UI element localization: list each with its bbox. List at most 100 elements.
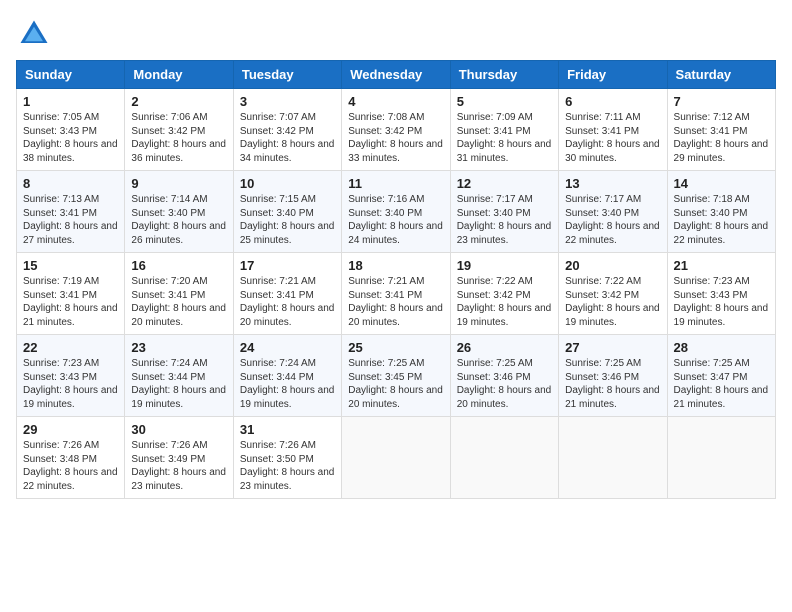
logo (16, 16, 56, 52)
cell-info: Sunrise: 7:25 AMSunset: 3:46 PMDaylight:… (457, 357, 552, 411)
calendar-cell: 29Sunrise: 7:26 AMSunset: 3:48 PMDayligh… (17, 417, 125, 499)
day-number: 20 (565, 258, 660, 273)
col-header-monday: Monday (125, 61, 233, 89)
week-row-2: 8 Sunrise: 7:13 AMSunset: 3:41 PMDaylight… (17, 171, 776, 253)
cell-info: Sunrise: 7:25 AMSunset: 3:47 PMDaylight:… (674, 357, 769, 411)
day-number: 1 (23, 94, 118, 109)
cell-info: Sunrise: 7:24 AMSunset: 3:44 PMDaylight:… (131, 357, 226, 411)
calendar-cell: 8 Sunrise: 7:13 AMSunset: 3:41 PMDaylight… (17, 171, 125, 253)
calendar-cell: 24 Sunrise: 7:24 AMSunset: 3:44 PMDayligh… (233, 335, 341, 417)
day-number: 28 (674, 340, 769, 355)
cell-info: Sunrise: 7:26 AMSunset: 3:48 PMDaylight:… (23, 439, 118, 493)
calendar-cell: 28 Sunrise: 7:25 AMSunset: 3:47 PMDayligh… (667, 335, 775, 417)
week-row-3: 15 Sunrise: 7:19 AMSunset: 3:41 PMDayligh… (17, 253, 776, 335)
calendar-cell (667, 417, 775, 499)
cell-info: Sunrise: 7:18 AMSunset: 3:40 PMDaylight:… (674, 193, 769, 247)
cell-info: Sunrise: 7:26 AMSunset: 3:50 PMDaylight:… (240, 439, 335, 493)
calendar-cell: 1 Sunrise: 7:05 AMSunset: 3:43 PMDaylight… (17, 89, 125, 171)
cell-info: Sunrise: 7:12 AMSunset: 3:41 PMDaylight:… (674, 111, 769, 165)
calendar-cell: 17Sunrise: 7:21 AMSunset: 3:41 PMDayligh… (233, 253, 341, 335)
cell-info: Sunrise: 7:15 AMSunset: 3:40 PMDaylight:… (240, 193, 335, 247)
week-row-4: 22 Sunrise: 7:23 AMSunset: 3:43 PMDayligh… (17, 335, 776, 417)
day-number: 21 (674, 258, 769, 273)
day-number: 23 (131, 340, 226, 355)
cell-info: Sunrise: 7:13 AMSunset: 3:41 PMDaylight:… (23, 193, 118, 247)
calendar-cell: 21Sunrise: 7:23 AMSunset: 3:43 PMDayligh… (667, 253, 775, 335)
calendar-cell: 30Sunrise: 7:26 AMSunset: 3:49 PMDayligh… (125, 417, 233, 499)
day-number: 11 (348, 176, 443, 191)
col-header-saturday: Saturday (667, 61, 775, 89)
cell-info: Sunrise: 7:08 AMSunset: 3:42 PMDaylight:… (348, 111, 443, 165)
calendar-cell: 25 Sunrise: 7:25 AMSunset: 3:45 PMDayligh… (342, 335, 450, 417)
calendar-cell: 5Sunrise: 7:09 AMSunset: 3:41 PMDaylight… (450, 89, 558, 171)
page-container: SundayMondayTuesdayWednesdayThursdayFrid… (16, 16, 776, 499)
cell-info: Sunrise: 7:21 AMSunset: 3:41 PMDaylight:… (348, 275, 443, 329)
logo-icon (16, 16, 52, 52)
cell-info: Sunrise: 7:17 AMSunset: 3:40 PMDaylight:… (565, 193, 660, 247)
calendar-cell: 31 Sunrise: 7:26 AMSunset: 3:50 PMDayligh… (233, 417, 341, 499)
calendar-cell: 4 Sunrise: 7:08 AMSunset: 3:42 PMDaylight… (342, 89, 450, 171)
day-number: 7 (674, 94, 769, 109)
calendar-cell: 9 Sunrise: 7:14 AMSunset: 3:40 PMDaylight… (125, 171, 233, 253)
cell-info: Sunrise: 7:24 AMSunset: 3:44 PMDaylight:… (240, 357, 335, 411)
header (16, 16, 776, 52)
calendar-cell: 13 Sunrise: 7:17 AMSunset: 3:40 PMDayligh… (559, 171, 667, 253)
cell-info: Sunrise: 7:20 AMSunset: 3:41 PMDaylight:… (131, 275, 226, 329)
calendar-cell: 19Sunrise: 7:22 AMSunset: 3:42 PMDayligh… (450, 253, 558, 335)
day-number: 14 (674, 176, 769, 191)
day-number: 4 (348, 94, 443, 109)
day-number: 12 (457, 176, 552, 191)
day-number: 27 (565, 340, 660, 355)
calendar-cell: 18Sunrise: 7:21 AMSunset: 3:41 PMDayligh… (342, 253, 450, 335)
cell-info: Sunrise: 7:11 AMSunset: 3:41 PMDaylight:… (565, 111, 660, 165)
calendar-cell: 20 Sunrise: 7:22 AMSunset: 3:42 PMDayligh… (559, 253, 667, 335)
day-number: 17 (240, 258, 335, 273)
calendar-cell (559, 417, 667, 499)
calendar-cell: 23 Sunrise: 7:24 AMSunset: 3:44 PMDayligh… (125, 335, 233, 417)
day-number: 26 (457, 340, 552, 355)
cell-info: Sunrise: 7:25 AMSunset: 3:46 PMDaylight:… (565, 357, 660, 411)
day-number: 2 (131, 94, 226, 109)
week-row-1: 1 Sunrise: 7:05 AMSunset: 3:43 PMDaylight… (17, 89, 776, 171)
day-number: 24 (240, 340, 335, 355)
col-header-wednesday: Wednesday (342, 61, 450, 89)
cell-info: Sunrise: 7:06 AMSunset: 3:42 PMDaylight:… (131, 111, 226, 165)
calendar-cell: 27 Sunrise: 7:25 AMSunset: 3:46 PMDayligh… (559, 335, 667, 417)
cell-info: Sunrise: 7:05 AMSunset: 3:43 PMDaylight:… (23, 111, 118, 165)
col-header-friday: Friday (559, 61, 667, 89)
day-number: 19 (457, 258, 552, 273)
day-number: 5 (457, 94, 552, 109)
cell-info: Sunrise: 7:16 AMSunset: 3:40 PMDaylight:… (348, 193, 443, 247)
day-number: 16 (131, 258, 226, 273)
day-number: 10 (240, 176, 335, 191)
cell-info: Sunrise: 7:25 AMSunset: 3:45 PMDaylight:… (348, 357, 443, 411)
day-number: 3 (240, 94, 335, 109)
cell-info: Sunrise: 7:19 AMSunset: 3:41 PMDaylight:… (23, 275, 118, 329)
calendar-cell: 2 Sunrise: 7:06 AMSunset: 3:42 PMDaylight… (125, 89, 233, 171)
cell-info: Sunrise: 7:17 AMSunset: 3:40 PMDaylight:… (457, 193, 552, 247)
day-number: 9 (131, 176, 226, 191)
day-number: 30 (131, 422, 226, 437)
calendar-cell: 14 Sunrise: 7:18 AMSunset: 3:40 PMDayligh… (667, 171, 775, 253)
cell-info: Sunrise: 7:22 AMSunset: 3:42 PMDaylight:… (565, 275, 660, 329)
calendar-cell: 11 Sunrise: 7:16 AMSunset: 3:40 PMDayligh… (342, 171, 450, 253)
day-number: 15 (23, 258, 118, 273)
calendar-cell: 7 Sunrise: 7:12 AMSunset: 3:41 PMDaylight… (667, 89, 775, 171)
calendar-cell: 10 Sunrise: 7:15 AMSunset: 3:40 PMDayligh… (233, 171, 341, 253)
calendar-table: SundayMondayTuesdayWednesdayThursdayFrid… (16, 60, 776, 499)
col-header-sunday: Sunday (17, 61, 125, 89)
day-number: 8 (23, 176, 118, 191)
day-number: 6 (565, 94, 660, 109)
day-number: 31 (240, 422, 335, 437)
calendar-cell: 3Sunrise: 7:07 AMSunset: 3:42 PMDaylight… (233, 89, 341, 171)
calendar-cell (342, 417, 450, 499)
calendar-cell: 22 Sunrise: 7:23 AMSunset: 3:43 PMDayligh… (17, 335, 125, 417)
day-number: 13 (565, 176, 660, 191)
day-number: 22 (23, 340, 118, 355)
calendar-cell: 15 Sunrise: 7:19 AMSunset: 3:41 PMDayligh… (17, 253, 125, 335)
day-number: 25 (348, 340, 443, 355)
calendar-cell: 26 Sunrise: 7:25 AMSunset: 3:46 PMDayligh… (450, 335, 558, 417)
cell-info: Sunrise: 7:23 AMSunset: 3:43 PMDaylight:… (23, 357, 118, 411)
calendar-cell: 6 Sunrise: 7:11 AMSunset: 3:41 PMDaylight… (559, 89, 667, 171)
cell-info: Sunrise: 7:14 AMSunset: 3:40 PMDaylight:… (131, 193, 226, 247)
